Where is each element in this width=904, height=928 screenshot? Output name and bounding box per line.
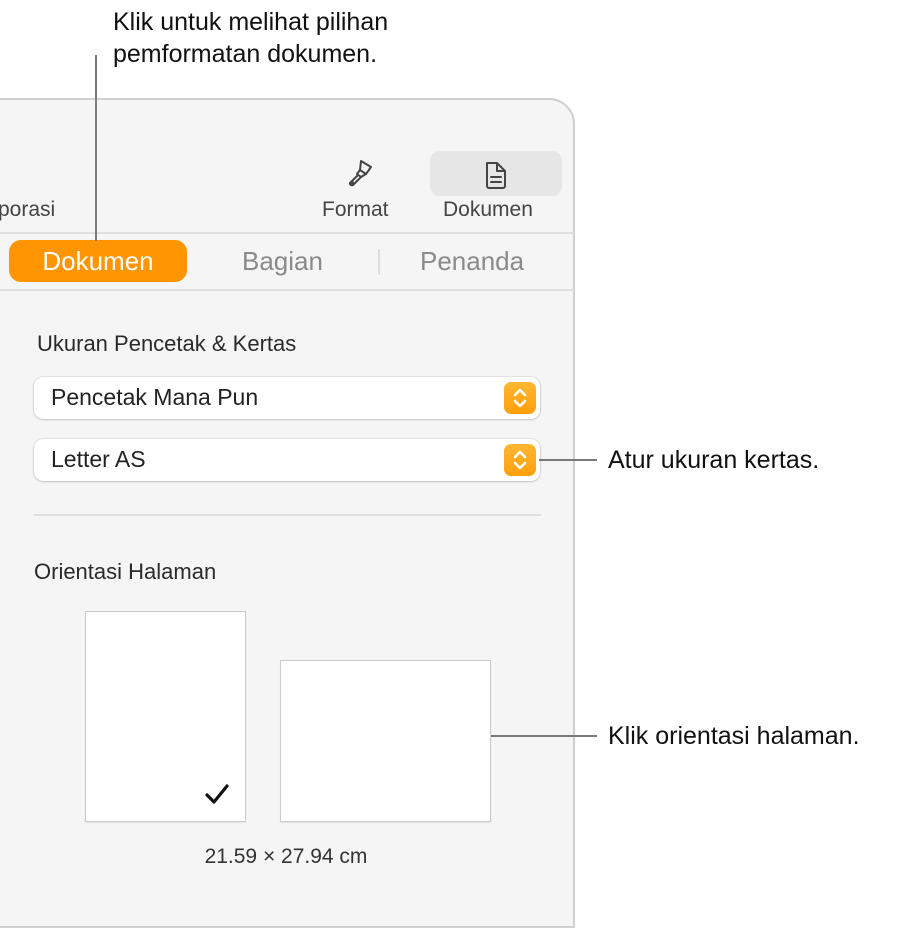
document-label: Dokumen — [443, 198, 533, 221]
callout-line-2: pemformatan dokumen. — [113, 40, 378, 68]
page-dimensions: 21.59 × 27.94 cm — [204, 845, 368, 868]
callout-orientation: Klik orientasi halaman. — [608, 722, 860, 750]
paper-size-popup[interactable]: Letter AS — [34, 439, 540, 481]
toolbar-divider — [0, 232, 574, 234]
tabs-divider — [0, 289, 574, 291]
checkmark-icon — [205, 784, 229, 804]
tab-penanda[interactable]: Penanda — [420, 246, 524, 277]
landscape-option[interactable] — [280, 660, 491, 822]
paintbrush-icon — [349, 160, 372, 187]
tab-divider — [378, 249, 380, 275]
tab-dokumen-label: Dokumen — [42, 245, 154, 276]
chevron-up-down-icon — [504, 444, 536, 476]
tab-bagian[interactable]: Bagian — [242, 246, 323, 277]
callout-line-1: Klik untuk melihat pilihan — [113, 8, 389, 36]
section-divider — [34, 514, 541, 516]
collaboration-label-partial[interactable]: porasi — [0, 198, 55, 222]
callout-leader-paper — [539, 459, 597, 461]
printer-paper-title: Ukuran Pencetak & Kertas — [37, 331, 297, 356]
callout-leader-orientation — [491, 735, 597, 737]
printer-popup[interactable]: Pencetak Mana Pun — [34, 377, 540, 419]
callout-leader-top — [95, 55, 97, 241]
document-icon — [486, 162, 506, 189]
portrait-option[interactable] — [85, 611, 246, 822]
chevron-up-down-icon — [504, 382, 536, 414]
format-label: Format — [322, 198, 389, 221]
callout-document-tab: Klik untuk melihat pilihan pemformatan d… — [113, 6, 388, 70]
tab-dokumen[interactable]: Dokumen — [9, 240, 187, 282]
callout-paper-size: Atur ukuran kertas. — [608, 446, 820, 474]
orientation-title: Orientasi Halaman — [34, 559, 217, 584]
printer-value: Pencetak Mana Pun — [51, 384, 259, 410]
paper-size-value: Letter AS — [51, 446, 146, 472]
